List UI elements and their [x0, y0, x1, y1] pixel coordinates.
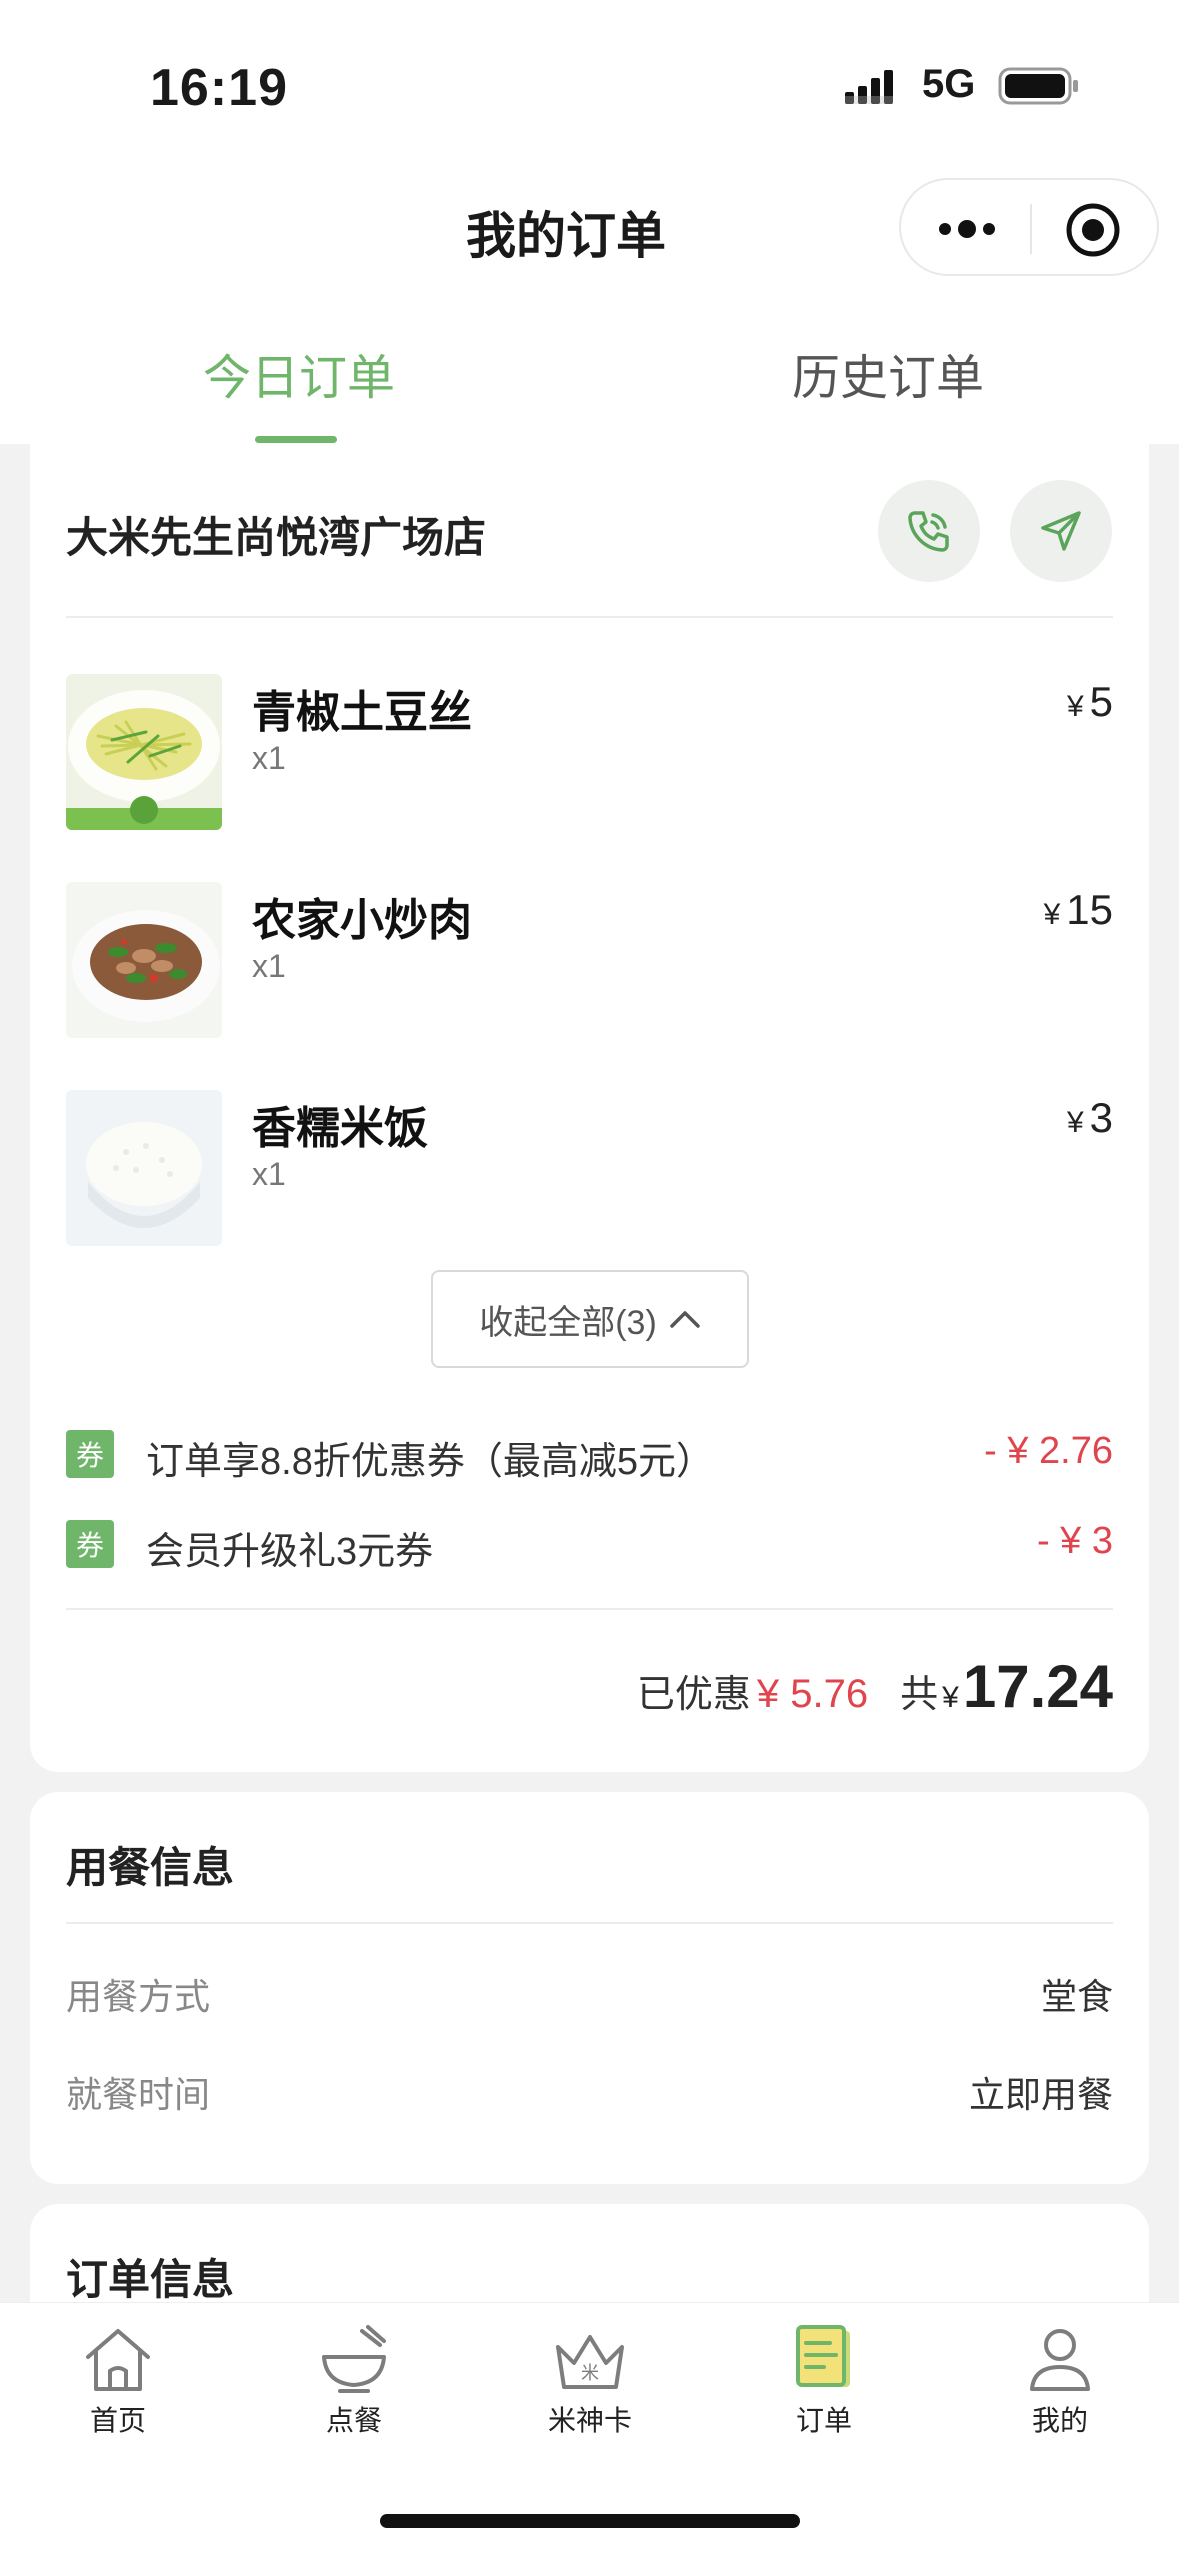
coupon-amount: - ¥ 2.76 — [984, 1430, 1113, 1472]
section-title: 用餐信息 — [66, 1844, 235, 1891]
order-item: 农家小炒肉 x1 ¥15 — [66, 882, 1113, 1042]
home-indicator — [380, 2514, 800, 2528]
tabbar-item-mine[interactable]: 我的 — [990, 2323, 1130, 2463]
info-key: 就餐时间 — [66, 2074, 211, 2115]
bowl-icon — [322, 2325, 386, 2393]
coupon-amount: - ¥ 3 — [1036, 1520, 1113, 1562]
status-time: 16:19 — [150, 59, 288, 117]
order-list-icon — [796, 2325, 850, 2387]
discount-label: 已优惠 — [636, 1674, 751, 1716]
svg-text:米: 米 — [581, 2363, 599, 2384]
store-name: 大米先生尚悦湾广场店 — [66, 514, 487, 561]
item-price: ¥15 — [1044, 886, 1113, 934]
divider — [66, 1922, 1113, 1924]
item-price: ¥3 — [1067, 1094, 1113, 1142]
tabbar-item-home[interactable]: 首页 — [48, 2323, 188, 2463]
navigate-button[interactable] — [1010, 480, 1112, 582]
info-value: 立即用餐 — [968, 2074, 1113, 2115]
coupon-text: 会员升级礼3元券 — [146, 1531, 434, 1573]
more-dots-icon[interactable] — [935, 204, 999, 254]
item-name: 农家小炒肉 — [252, 896, 472, 945]
info-value: 堂食 — [1040, 1976, 1113, 2017]
tabbar-item-order-food[interactable]: 点餐 — [284, 2323, 424, 2463]
tabbar-label: 点餐 — [325, 2405, 382, 2436]
tabbar-item-orders[interactable]: 订单 — [754, 2323, 894, 2463]
coupon-text: 订单享8.8折优惠券（最高减5元） — [146, 1441, 714, 1483]
info-key: 用餐方式 — [66, 1976, 211, 2017]
divider — [66, 1608, 1113, 1610]
item-quantity: x1 — [252, 740, 286, 776]
order-total-row: 已优惠 ¥ 5.76 共 ¥ 17.24 — [637, 1652, 1113, 1722]
tabbar-label: 首页 — [89, 2405, 146, 2436]
section-title: 订单信息 — [66, 2256, 235, 2303]
divider — [66, 616, 1113, 618]
tab-today-orders[interactable]: 今日订单 — [203, 338, 395, 408]
order-item: 香糯米饭 x1 ¥3 — [66, 1090, 1113, 1250]
item-quantity: x1 — [252, 948, 286, 984]
item-name: 青椒土豆丝 — [252, 688, 472, 737]
tabbar-label: 订单 — [795, 2405, 852, 2436]
currency-symbol: ¥ — [1043, 898, 1061, 931]
tabbar-label: 我的 — [1031, 2405, 1088, 2436]
item-price: ¥5 — [1067, 678, 1113, 726]
target-icon[interactable] — [1063, 200, 1123, 260]
tabbar-item-card[interactable]: 米 米神卡 — [520, 2323, 660, 2463]
total-value: 17.24 — [962, 1653, 1113, 1720]
order-card: 大米先生尚悦湾广场店 青椒土豆丝 x1 ¥ 5 农家小炒肉 x1 ¥ 15 香糯… — [30, 444, 1149, 1772]
total-label: 共 — [900, 1674, 939, 1716]
discount-value: ¥ 5.76 — [756, 1672, 869, 1716]
coupon-row: 券 订单享8.8折优惠券（最高减5元） - ¥ 2.76 — [66, 1426, 1113, 1483]
collapse-label: 收起全部(3) — [479, 1303, 657, 1342]
order-item: 青椒土豆丝 x1 ¥5 — [66, 674, 1113, 834]
dining-info-card: 用餐信息 用餐方式 堂食 就餐时间 立即用餐 — [30, 1792, 1149, 2184]
capsule-divider — [1030, 204, 1032, 254]
crown-card-icon: 米 — [556, 2335, 624, 2389]
item-quantity: x1 — [252, 1156, 286, 1192]
network-type: 5G — [922, 62, 976, 106]
coupon-badge: 券 — [66, 1520, 114, 1568]
price-value: 5 — [1089, 678, 1113, 725]
dish-image-rice — [66, 1090, 222, 1246]
chevron-up-icon — [670, 1311, 700, 1328]
currency-symbol: ¥ — [1066, 690, 1084, 723]
active-tab-indicator — [255, 436, 337, 443]
phone-icon — [908, 511, 949, 552]
dish-image-pork — [66, 882, 222, 1038]
tabbar-label: 米神卡 — [547, 2405, 632, 2436]
battery-icon — [998, 67, 1078, 105]
mini-program-capsule — [899, 178, 1159, 276]
collapse-all-button[interactable]: 收起全部(3) — [431, 1270, 749, 1368]
item-name: 香糯米饭 — [252, 1104, 428, 1153]
signal-icon — [845, 70, 893, 104]
coupon-row: 券 会员升级礼3元券 - ¥ 3 — [66, 1516, 1113, 1573]
navigation-arrow-icon — [1041, 511, 1081, 551]
total-currency: ¥ — [942, 1681, 959, 1714]
user-icon — [1030, 2329, 1090, 2391]
call-store-button[interactable] — [878, 480, 980, 582]
dish-image-potato — [66, 674, 222, 830]
home-icon — [86, 2329, 150, 2391]
price-value: 15 — [1066, 886, 1113, 933]
price-value: 3 — [1089, 1094, 1113, 1141]
tab-history-orders[interactable]: 历史订单 — [792, 338, 984, 408]
coupon-badge: 券 — [66, 1430, 114, 1478]
currency-symbol: ¥ — [1066, 1106, 1084, 1139]
